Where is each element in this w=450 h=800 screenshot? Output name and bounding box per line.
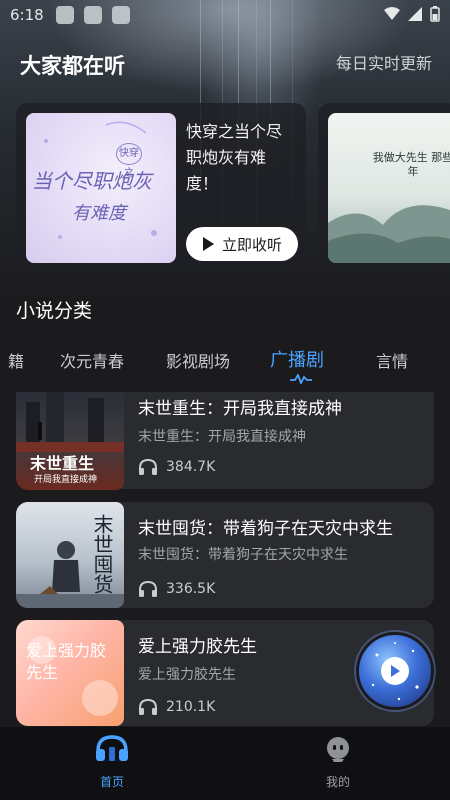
listen-now-label: 立即收听: [221, 235, 282, 254]
wifi-icon: [384, 7, 400, 20]
profile-icon: [327, 737, 349, 762]
item-cover[interactable]: 末世重生 开局我直接成神: [16, 392, 124, 490]
floating-player[interactable]: [356, 632, 434, 710]
headphones-icon: [96, 735, 128, 761]
item-title[interactable]: 末世囤货：带着狗子在天灾中求生: [138, 514, 393, 539]
nav-label-home: 首页: [99, 775, 124, 789]
headphones-icon: [139, 580, 157, 597]
list-item[interactable]: 末世囤货 末世囤货：带着狗子在天灾中求生 末世囤货：带着狗子在天灾中求生 336…: [16, 502, 434, 608]
section-title: 小说分类: [16, 300, 93, 322]
item-subtitle: 末世重生：开局我直接成神: [138, 429, 306, 445]
tab-radio-drama[interactable]: 广播剧: [270, 346, 324, 372]
featured-card[interactable]: 我做大先生 那些年: [318, 103, 450, 271]
cover-title-line2: 有难度: [72, 203, 126, 224]
featured-title[interactable]: 快穿之当个尽职炮灰有难度！: [186, 119, 296, 197]
headphones-icon: [139, 698, 157, 715]
notification-icon: [84, 6, 102, 24]
nav-item-profile[interactable]: 我的: [298, 735, 378, 790]
tab-books[interactable]: 籍: [8, 348, 24, 372]
featured-cover[interactable]: 我做大先生 那些年: [328, 113, 450, 263]
cover-title: 我做大先生 那些年: [372, 151, 450, 178]
play-count: 384.7K: [138, 458, 215, 476]
play-count-value: 210.1K: [166, 699, 216, 715]
signal-icon: [408, 7, 422, 21]
play-count: 210.1K: [138, 698, 215, 716]
notification-icon: [56, 6, 74, 24]
item-subtitle: 末世囤货：带着狗子在天灾中求生: [138, 547, 348, 563]
play-count: 336.5K: [138, 580, 215, 598]
cover-landscape: [328, 205, 450, 263]
item-cover[interactable]: 爱上强力胶先生: [16, 620, 124, 726]
play-icon: [202, 237, 214, 251]
list-item[interactable]: 末世重生 开局我直接成神 末世重生：开局我直接成神 末世重生：开局我直接成神 3…: [16, 392, 434, 490]
cover-title-line1: 当个尽职炮灰: [32, 169, 152, 193]
cover-title: 爱上强力胶先生: [26, 641, 107, 682]
page-title: 大家都在听: [20, 54, 125, 78]
tab-film-theater[interactable]: 影视剧场: [166, 348, 230, 372]
notification-icon: [112, 6, 130, 24]
category-tabs: 籍 次元青春 影视剧场 广播剧 言情: [0, 344, 450, 384]
player-play-button[interactable]: [381, 657, 409, 685]
status-time: 6:18: [10, 6, 44, 24]
listen-now-button[interactable]: 立即收听: [186, 227, 298, 261]
tab-anime-youth[interactable]: 次元青春: [60, 348, 124, 372]
cover-badge: 快穿之: [116, 143, 142, 179]
bottom-nav: 首页 我的: [0, 727, 450, 800]
tab-indicator-icon: [290, 374, 312, 384]
daily-update-label: 每日实时更新: [335, 54, 432, 73]
play-icon: [391, 665, 400, 677]
item-title[interactable]: 末世重生：开局我直接成神: [138, 394, 342, 419]
cover-title: 末世重生: [30, 454, 95, 473]
tab-romance[interactable]: 言情: [376, 348, 408, 372]
nav-item-home[interactable]: 首页: [72, 735, 152, 790]
status-indicators: [384, 6, 440, 22]
status-bar: 6:18: [0, 0, 450, 32]
play-count-value: 336.5K: [166, 581, 216, 597]
headphones-icon: [139, 458, 157, 475]
item-subtitle: 爱上强力胶先生: [138, 667, 236, 683]
nav-label-profile: 我的: [325, 775, 350, 789]
play-count-value: 384.7K: [166, 459, 216, 475]
item-cover[interactable]: 末世囤货: [16, 502, 124, 608]
item-title[interactable]: 爱上强力胶先生: [138, 632, 257, 657]
featured-card[interactable]: 快穿之 当个尽职炮灰 有难度 快穿之当个尽职炮灰有难度！ 立即收听: [16, 103, 306, 271]
cover-title: 末世囤货: [90, 514, 114, 594]
cover-subtitle: 开局我直接成神: [34, 475, 98, 485]
battery-icon: [430, 6, 440, 22]
featured-cover[interactable]: 快穿之 当个尽职炮灰 有难度: [26, 113, 176, 263]
